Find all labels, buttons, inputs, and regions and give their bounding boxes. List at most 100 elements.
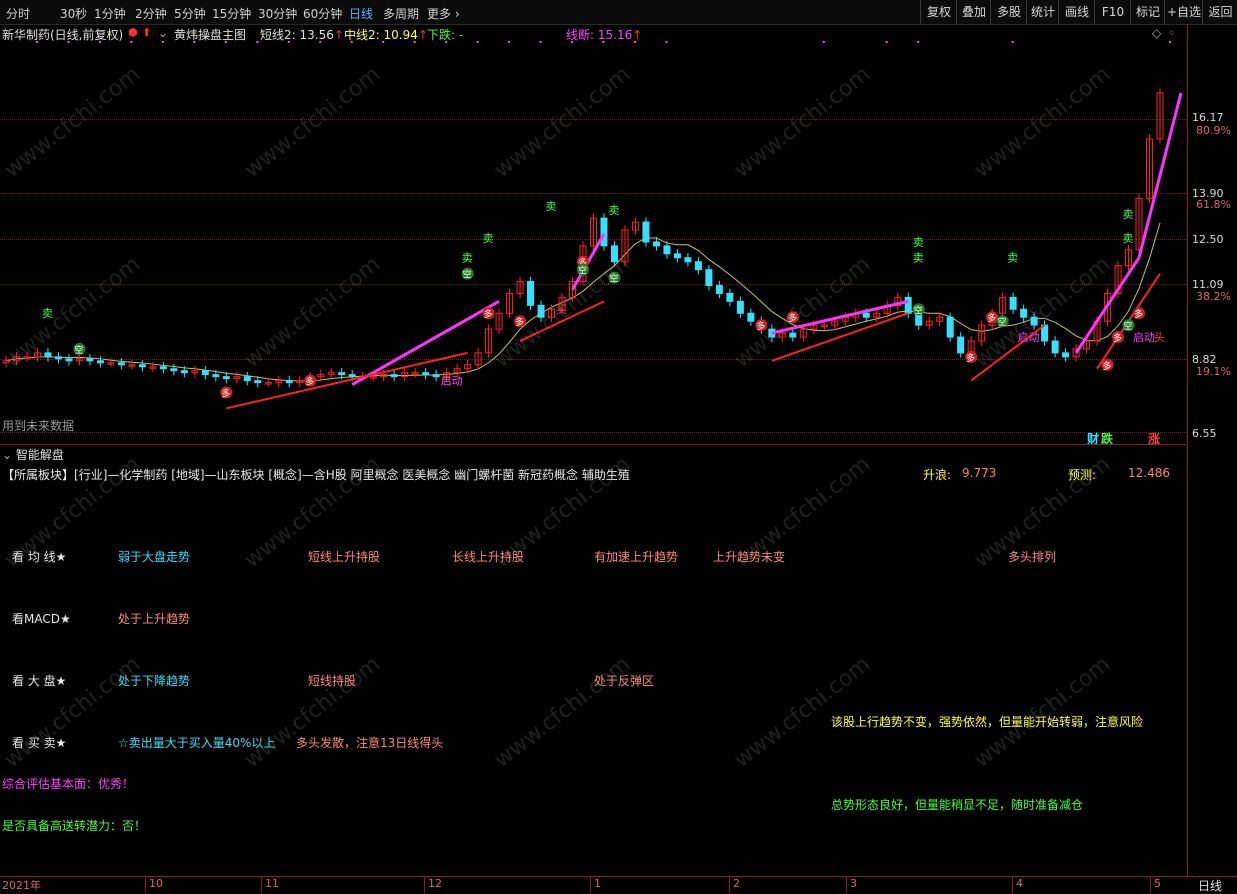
period-tab-daily[interactable]: 日线 <box>349 5 373 22</box>
head-signal: 头 <box>1154 331 1165 344</box>
back-button[interactable]: 返回 <box>1202 0 1237 24</box>
overlay-button[interactable]: 叠加 <box>956 0 991 24</box>
pattern-dot <box>1169 41 1171 43</box>
candle-body <box>87 359 93 361</box>
candle-body <box>716 286 722 294</box>
price-tick: 6.55 <box>1192 427 1217 440</box>
period-tab-60min[interactable]: 60分钟 <box>303 5 342 22</box>
candle-body <box>223 377 229 379</box>
sell-signal: 卖 <box>913 236 924 249</box>
period-tab-more[interactable]: 更多 › <box>427 5 460 22</box>
empty-badge-label: 空 <box>578 265 587 277</box>
time-tick-line <box>590 877 591 893</box>
trend-note: 该股上行趋势不变，强势依然，但量能开始转弱，注意风险 <box>831 713 1143 730</box>
draw-line-button[interactable]: 画线 <box>1058 0 1095 24</box>
sell-signal: 卖 <box>913 252 924 265</box>
many-badge-label: 多 <box>1113 332 1122 344</box>
time-tick: 5 <box>1154 877 1161 890</box>
candle-body <box>349 375 355 377</box>
start-signal: 启动 <box>441 375 463 388</box>
panel-right-border <box>1187 445 1188 876</box>
period-tab-30min[interactable]: 30分钟 <box>258 5 297 22</box>
add-favorite-button[interactable]: +自选 <box>1164 0 1203 24</box>
fuquan-button[interactable]: 复权 <box>920 0 957 24</box>
macd-item: 处于上升趋势 <box>118 610 190 627</box>
period-tab-2min[interactable]: 2分钟 <box>135 5 167 22</box>
price-tick: 16.17 <box>1192 111 1224 124</box>
pattern-dot <box>225 41 227 43</box>
stats-button[interactable]: 统计 <box>1026 0 1059 24</box>
period-tab-multi[interactable]: 多周期 <box>383 5 419 22</box>
candle-body <box>1010 297 1016 309</box>
ma-item: 有加速上升趋势 <box>594 548 678 565</box>
time-tick-line <box>846 877 847 893</box>
sell-signal: 卖 <box>546 200 557 213</box>
pattern-dot <box>571 41 573 43</box>
candle-body <box>66 359 72 361</box>
candle-body <box>118 363 124 365</box>
row-label-macd: 看MACD★ <box>12 610 71 627</box>
pattern-dot <box>508 41 510 43</box>
overall-rating: 综合评估基本面：优秀！ <box>2 775 134 792</box>
candle-body <box>685 258 691 262</box>
pattern-dot <box>162 41 164 43</box>
time-tick-line <box>424 877 425 893</box>
pattern-dot <box>414 41 416 43</box>
smart-panel-title[interactable]: ⌄ 智能解盘 <box>2 446 64 463</box>
candle-body <box>601 218 607 246</box>
time-tick: 4 <box>1016 877 1023 890</box>
candle-body <box>255 381 261 383</box>
percent-tick: 61.8% <box>1196 198 1231 211</box>
candle-body <box>727 293 733 301</box>
candle-body <box>45 353 51 357</box>
candle-body <box>97 361 103 363</box>
time-tick: 3 <box>850 877 857 890</box>
time-tick: 12 <box>428 877 442 890</box>
ma-item: 短线上升持股 <box>308 548 380 565</box>
candle-body <box>55 357 61 359</box>
candle-body <box>706 270 712 286</box>
candle-body <box>737 301 743 313</box>
candle-body <box>653 242 659 246</box>
time-tick-line <box>145 877 146 893</box>
percent-tick: 80.9% <box>1196 124 1231 137</box>
pattern-dot <box>540 41 542 43</box>
candle-body <box>244 377 250 381</box>
candle-body <box>905 297 911 313</box>
pattern-dot <box>99 41 101 43</box>
time-tick: 1 <box>594 877 601 890</box>
pattern-dot <box>886 41 888 43</box>
many-badge-label: 多 <box>1134 308 1143 320</box>
period-indicator[interactable]: 日线 <box>1198 877 1222 894</box>
chevron-right-icon: › <box>451 7 460 21</box>
many-badge-label: 多 <box>221 387 230 399</box>
collapse-icon[interactable]: ⌄ <box>2 448 16 462</box>
row-label-market: 看 大 盘★ <box>12 672 66 689</box>
period-tab-fenshi[interactable]: 分时 <box>6 5 30 22</box>
f10-button[interactable]: F10 <box>1094 0 1131 24</box>
price-tick: 12.50 <box>1192 233 1224 246</box>
time-tick: 2021年 <box>2 877 41 893</box>
period-tab-30s[interactable]: 30秒 <box>60 5 87 22</box>
start-signal: 启动 <box>1133 331 1155 344</box>
candle-body <box>160 367 166 369</box>
empty-badge-label: 空 <box>463 269 472 281</box>
candle-body <box>286 381 292 383</box>
rise-wave-label: 升浪: <box>923 466 951 483</box>
time-tick: 2 <box>733 877 740 890</box>
volume-note: 总势形态良好，但量能稍显不足，随时准备减仓 <box>831 796 1083 813</box>
candle-body <box>674 254 680 258</box>
many-badge-label: 多 <box>305 376 314 388</box>
period-tab-15min[interactable]: 15分钟 <box>212 5 251 22</box>
candle-body <box>171 369 177 371</box>
pattern-dot <box>130 41 132 43</box>
ma-item: 弱于大盘走势 <box>118 548 190 565</box>
candle-body <box>695 262 701 270</box>
multi-stock-button[interactable]: 多股 <box>990 0 1027 24</box>
period-tab-1min[interactable]: 1分钟 <box>94 5 126 22</box>
candle-body <box>863 313 869 317</box>
ma-item: 多头排列 <box>1008 548 1056 565</box>
mark-button[interactable]: 标记 <box>1130 0 1165 24</box>
period-tab-5min[interactable]: 5分钟 <box>174 5 206 22</box>
period-toolbar: 分时 30秒 1分钟 2分钟 5分钟 15分钟 30分钟 60分钟 日线 多周期… <box>0 0 1237 25</box>
